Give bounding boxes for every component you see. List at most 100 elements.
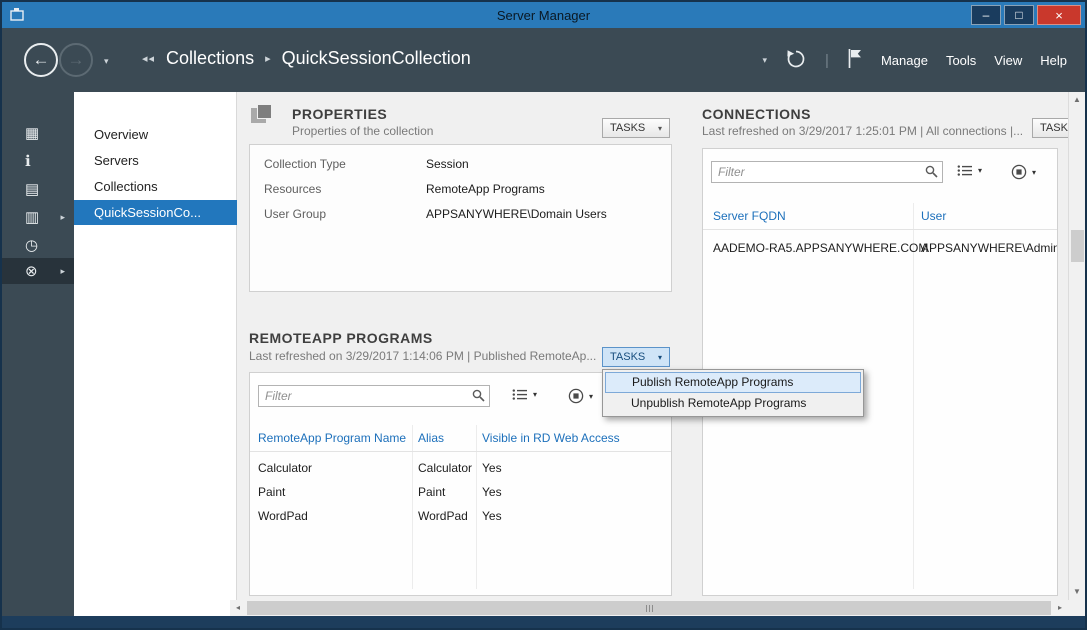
prop-label: User Group <box>264 207 326 221</box>
save-circle-icon <box>1011 164 1027 180</box>
cell-fqdn: AADEMO-RA5.APPSANYWHERE.COM <box>713 241 928 255</box>
expand-icon[interactable]: ▸ <box>60 212 65 223</box>
tasks-label: TASKS <box>610 351 645 363</box>
cell-visible: Yes <box>482 509 502 523</box>
vertical-scroll-thumb[interactable] <box>1071 230 1084 262</box>
remoteapp-tasks-button[interactable]: TASKS ▾ <box>602 347 670 367</box>
forward-button[interactable]: → <box>59 43 93 77</box>
menu-help[interactable]: Help <box>1040 53 1067 68</box>
breadcrumb: ◂◂ Collections ▸ QuickSessionCollection <box>142 48 471 69</box>
connections-tasks-button[interactable]: TASKS ▾ <box>1032 118 1068 138</box>
menu-tools[interactable]: Tools <box>946 53 976 68</box>
strip-item-all-servers[interactable]: ▤ <box>2 176 74 202</box>
connections-subtitle: Last refreshed on 3/29/2017 1:25:01 PM |… <box>702 124 1023 138</box>
breadcrumb-collapse-icon[interactable]: ◂◂ <box>142 52 155 65</box>
cell-alias: WordPad <box>418 509 468 523</box>
strip-item-history[interactable]: ◷ <box>2 232 74 258</box>
back-button[interactable]: ← <box>24 43 58 77</box>
scroll-down-icon[interactable]: ▼ <box>1069 584 1085 600</box>
cell-name: Paint <box>258 485 285 499</box>
cell-alias: Calculator <box>418 461 472 475</box>
prop-label: Collection Type <box>264 157 346 171</box>
remoteapp-filter-input[interactable] <box>258 385 490 407</box>
file-storage-icon: ▥ <box>25 208 39 226</box>
menu-item-publish-remoteapp[interactable]: Publish RemoteApp Programs <box>605 372 861 393</box>
scroll-up-icon[interactable]: ▲ <box>1069 92 1085 108</box>
strip-item-local-server[interactable]: ℹ <box>2 148 74 174</box>
prop-value: Session <box>426 157 469 171</box>
all-servers-icon: ▤ <box>25 180 39 198</box>
expand-icon[interactable]: ▸ <box>60 266 65 277</box>
history-caret-icon[interactable]: ▾ <box>104 56 109 67</box>
prop-value: RemoteApp Programs <box>426 182 545 196</box>
scrollbar-corner <box>1068 600 1085 616</box>
cell-name: Calculator <box>258 461 312 475</box>
caret-down-icon: ▾ <box>658 124 662 133</box>
sidebar-item-servers[interactable]: Servers <box>74 148 237 173</box>
table-row[interactable]: WordPad WordPad Yes <box>250 509 671 531</box>
scope-caret-icon[interactable]: ▾ <box>763 55 768 66</box>
column-header-user[interactable]: User <box>921 209 946 223</box>
vertical-scrollbar[interactable]: ▲ ▼ <box>1068 92 1085 600</box>
strip-item-file-storage[interactable]: ▥▸ <box>2 204 74 230</box>
column-filter-button[interactable]: ▾ <box>957 164 982 177</box>
connections-title: CONNECTIONS <box>702 106 811 122</box>
table-row[interactable]: Paint Paint Yes <box>250 485 671 507</box>
caret-down-icon: ▾ <box>1032 168 1036 177</box>
window-controls: – □ × <box>971 5 1081 25</box>
search-icon <box>925 165 938 183</box>
cell-user: APPSANYWHERE\Adminis <box>921 241 1058 255</box>
refresh-icon[interactable] <box>785 48 807 73</box>
saved-queries-button[interactable]: ▾ <box>568 388 593 404</box>
column-header-visible[interactable]: Visible in RD Web Access <box>482 431 620 445</box>
back-icon: ← <box>33 50 50 70</box>
column-divider <box>476 425 477 589</box>
sidebar-item-overview[interactable]: Overview <box>74 122 237 147</box>
local-server-icon: ℹ <box>25 152 31 170</box>
strip-item-dashboard[interactable]: ▦ <box>2 120 74 146</box>
sidebar-item-label: Overview <box>94 127 148 142</box>
menu-manage[interactable]: Manage <box>881 53 928 68</box>
maximize-button[interactable]: □ <box>1004 5 1034 25</box>
server-manager-icon <box>10 8 26 22</box>
properties-tasks-button[interactable]: TASKS ▾ <box>602 118 670 138</box>
close-button[interactable]: × <box>1037 5 1081 25</box>
sidebar-item-collections[interactable]: Collections <box>74 174 237 199</box>
scroll-left-icon[interactable]: ◂ <box>230 600 246 616</box>
table-row[interactable]: Calculator Calculator Yes <box>250 461 671 483</box>
dashboard-icon: ▦ <box>25 124 39 142</box>
column-header-fqdn[interactable]: Server FQDN <box>713 209 786 223</box>
horizontal-scrollbar[interactable]: ◂ ▸ <box>230 600 1068 616</box>
cell-name: WordPad <box>258 509 308 523</box>
column-header-name[interactable]: RemoteApp Program Name <box>258 431 406 445</box>
caret-down-icon: ▾ <box>658 353 662 362</box>
sidebar: Overview Servers Collections QuickSessio… <box>74 92 237 616</box>
minimize-button[interactable]: – <box>971 5 1001 25</box>
breadcrumb-collections[interactable]: Collections <box>166 48 254 69</box>
scroll-right-icon[interactable]: ▸ <box>1052 600 1068 616</box>
caret-down-icon: ▾ <box>978 166 982 175</box>
nav-right-cluster: ▾ | Manage Tools View Help <box>763 28 1067 92</box>
window-title: Server Manager <box>2 8 1085 23</box>
horizontal-scroll-thumb[interactable] <box>247 601 1051 615</box>
cell-visible: Yes <box>482 485 502 499</box>
column-filter-button[interactable]: ▾ <box>512 388 537 401</box>
sidebar-item-quicksessioncollection[interactable]: QuickSessionCo... <box>74 200 237 225</box>
sidebar-item-label: Servers <box>94 153 139 168</box>
table-row[interactable]: AADEMO-RA5.APPSANYWHERE.COM APPSANYWHERE… <box>703 241 1057 263</box>
search-icon <box>472 389 485 407</box>
left-icon-strip: ▦ ℹ ▤ ▥▸ ◷ ⊗▸ <box>2 92 74 616</box>
cell-alias: Paint <box>418 485 445 499</box>
prop-value: APPSANYWHERE\Domain Users <box>426 207 607 221</box>
column-header-alias[interactable]: Alias <box>418 431 444 445</box>
strip-item-rds[interactable]: ⊗▸ <box>2 258 74 284</box>
saved-queries-button[interactable]: ▾ <box>1011 164 1036 180</box>
properties-box: Collection Type Session Resources Remote… <box>249 144 672 292</box>
menu-item-unpublish-remoteapp[interactable]: Unpublish RemoteApp Programs <box>605 393 861 414</box>
properties-subtitle: Properties of the collection <box>292 124 433 138</box>
notifications-flag-icon[interactable] <box>847 48 863 72</box>
header-divider <box>703 229 1057 230</box>
connections-filter-input[interactable] <box>711 161 943 183</box>
menu-view[interactable]: View <box>994 53 1022 68</box>
remoteapp-title: REMOTEAPP PROGRAMS <box>249 330 433 346</box>
